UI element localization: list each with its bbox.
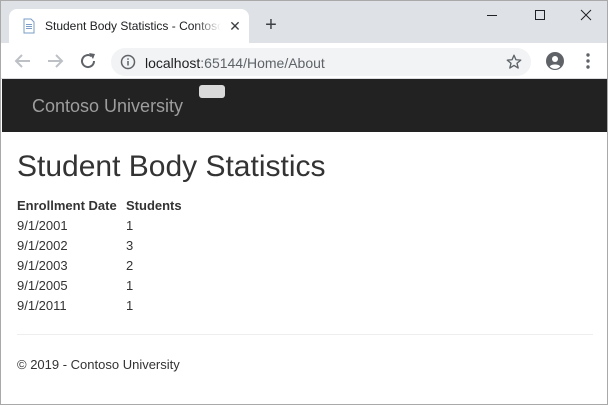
students-count-cell: 2 <box>126 257 134 273</box>
browser-window: Student Body Statistics - Contoso Univer… <box>0 0 608 405</box>
table-header-row: Enrollment Date Students <box>17 195 182 215</box>
browser-tab[interactable]: Student Body Statistics - Contoso Univer… <box>9 9 249 43</box>
back-arrow-icon[interactable] <box>11 49 35 73</box>
url-path: :65144/Home/About <box>200 55 325 71</box>
site-info-icon[interactable] <box>120 54 136 70</box>
table-row: 9/1/2011 1 <box>17 295 182 315</box>
menu-dots-icon[interactable] <box>578 51 598 71</box>
reload-icon[interactable] <box>76 49 100 73</box>
students-count-cell: 1 <box>126 277 134 293</box>
enrollment-date-cell: 9/1/2005 <box>17 277 68 293</box>
address-bar[interactable]: localhost:65144/Home/About <box>111 48 531 76</box>
enrollment-date-cell: 9/1/2002 <box>17 237 68 253</box>
enrollment-date-cell: 9/1/2001 <box>17 217 68 233</box>
enrollment-date-cell: 9/1/2011 <box>17 297 67 313</box>
students-count-cell: 1 <box>126 217 134 233</box>
site-navbar: Contoso University <box>2 79 607 132</box>
enrollment-stats-table: Enrollment Date Students 9/1/2001 1 9/1/… <box>17 195 182 315</box>
maximize-button[interactable] <box>517 1 563 31</box>
table-row: 9/1/2001 1 <box>17 215 182 235</box>
maximize-icon <box>535 10 545 20</box>
new-tab-icon[interactable]: + <box>259 14 283 38</box>
footer-divider <box>17 334 593 335</box>
students-count-cell: 1 <box>126 297 134 313</box>
page-favicon-icon <box>23 18 35 34</box>
window-close-button[interactable] <box>563 1 607 31</box>
browser-toolbar: localhost:65144/Home/About <box>1 43 607 79</box>
page-title: Student Body Statistics <box>17 150 326 183</box>
minimize-button[interactable] <box>469 1 515 31</box>
tab-title: Student Body Statistics - Contoso Univer… <box>45 19 221 33</box>
profile-avatar-icon[interactable] <box>545 51 565 71</box>
header-enrollment-date: Enrollment Date <box>17 197 117 213</box>
minimize-icon <box>487 15 497 16</box>
brand-link[interactable]: Contoso University <box>32 96 183 117</box>
header-students: Students <box>126 197 182 213</box>
enrollment-date-cell: 9/1/2003 <box>17 257 68 273</box>
bookmark-star-icon[interactable] <box>505 53 523 71</box>
url-text: localhost:65144/Home/About <box>145 55 325 71</box>
table-row: 9/1/2003 2 <box>17 255 182 275</box>
tab-close-icon[interactable]: ✕ <box>227 18 243 34</box>
footer-copyright: © 2019 - Contoso University <box>17 357 180 372</box>
forward-arrow-icon[interactable] <box>43 49 67 73</box>
close-icon <box>580 9 592 21</box>
table-row: 9/1/2005 1 <box>17 275 182 295</box>
url-host: localhost <box>145 55 201 71</box>
tab-strip: Student Body Statistics - Contoso Univer… <box>1 1 607 43</box>
table-row: 9/1/2002 3 <box>17 235 182 255</box>
navbar-toggle-button[interactable] <box>199 85 225 98</box>
students-count-cell: 3 <box>126 237 134 253</box>
